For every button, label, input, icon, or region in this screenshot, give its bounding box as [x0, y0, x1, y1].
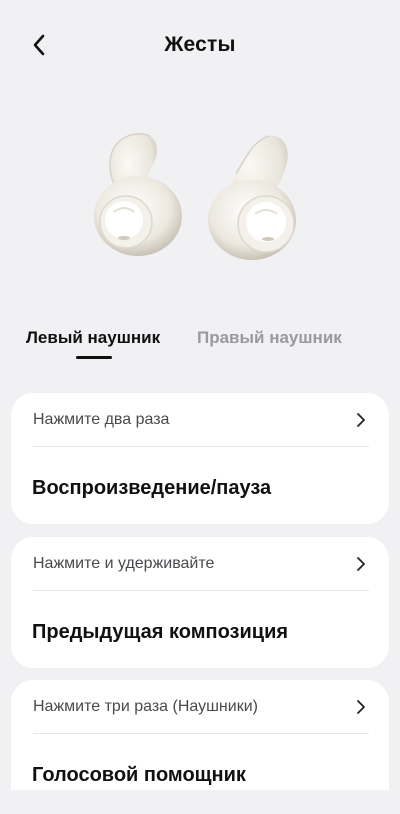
gesture-action-value: Воспроизведение/пауза	[32, 477, 272, 499]
gesture-card-press-hold[interactable]: Нажмите и удерживайте Предыдущая компози…	[11, 537, 389, 668]
card-divider	[33, 733, 369, 734]
gesture-action-value: Предыдущая композиция	[32, 621, 289, 643]
gesture-trigger-label: Нажмите и удерживайте	[33, 555, 215, 572]
card-divider	[33, 446, 369, 447]
earbud-tabs: Левый наушник Правый наушник	[0, 320, 400, 364]
gesture-trigger-row[interactable]: Нажмите три раза (Наушники)	[33, 680, 369, 734]
gesture-action-value: Голосовой помощник	[32, 764, 246, 786]
chevron-right-icon	[355, 556, 369, 572]
bottom-edge	[0, 790, 400, 814]
left-earbud	[94, 132, 182, 256]
tab-selected-indicator	[76, 356, 112, 359]
chevron-right-icon	[355, 699, 369, 715]
tab-left-earbud[interactable]: Левый наушник	[26, 328, 160, 348]
gesture-trigger-row[interactable]: Нажмите и удерживайте	[33, 537, 369, 591]
header: Жесты	[0, 0, 400, 92]
gesture-trigger-label: Нажмите два раза	[33, 411, 170, 428]
page-title: Жесты	[164, 33, 236, 56]
chevron-right-icon	[355, 412, 369, 428]
gesture-card-double-tap[interactable]: Нажмите два раза Воспроизведение/пауза	[11, 393, 389, 524]
tab-right-earbud[interactable]: Правый наушник	[197, 328, 342, 348]
right-earbud	[208, 135, 296, 260]
card-divider	[33, 590, 369, 591]
gesture-trigger-label: Нажмите три раза (Наушники)	[33, 698, 258, 715]
gesture-trigger-row[interactable]: Нажмите два раза	[33, 393, 369, 447]
earbuds-image	[0, 108, 400, 288]
